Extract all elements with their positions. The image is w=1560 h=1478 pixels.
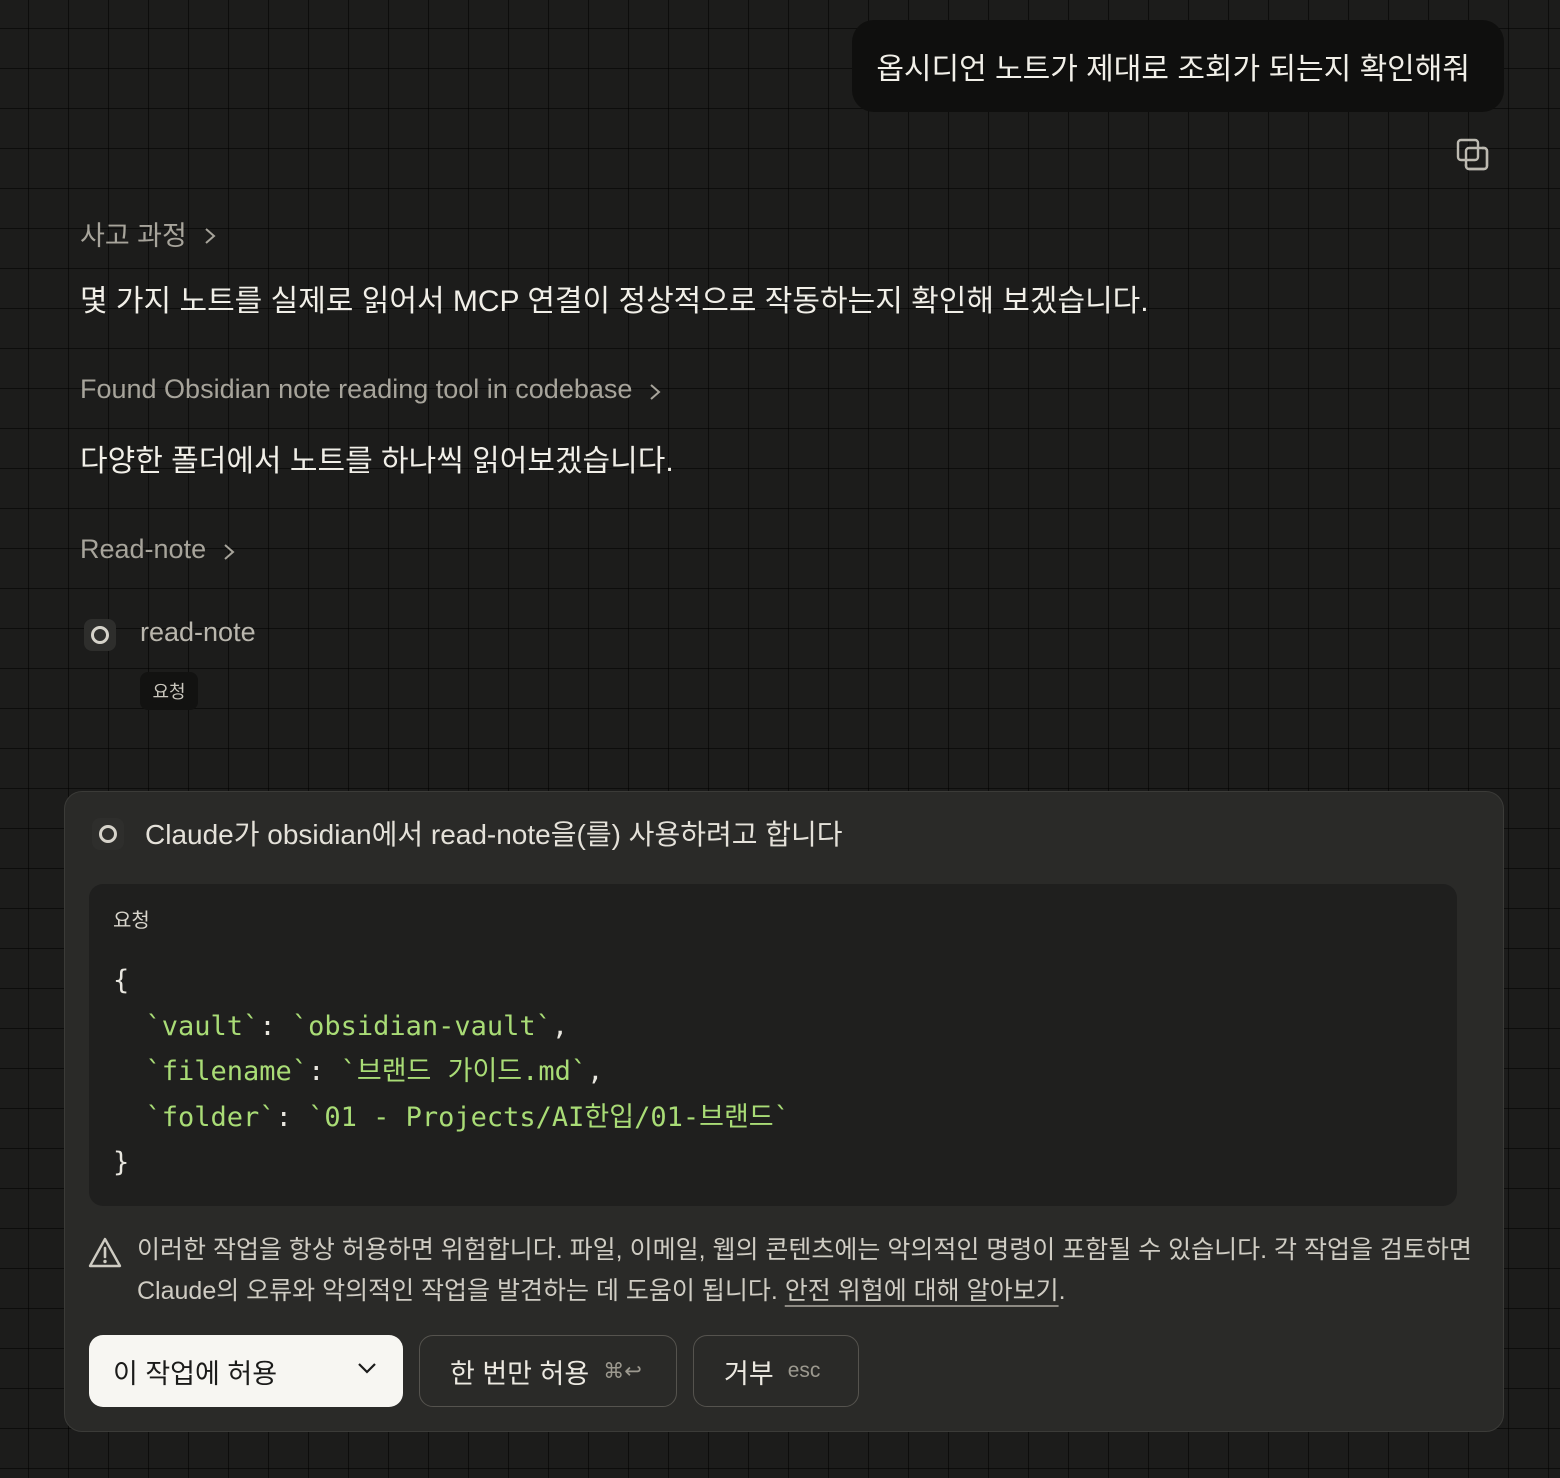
request-tag[interactable]: 요청	[140, 672, 198, 710]
step-toggle[interactable]: Found Obsidian note reading tool in code…	[80, 374, 666, 405]
safety-risk-link[interactable]: 안전 위험에 대해 알아보기	[785, 1277, 1059, 1305]
step-label: Found Obsidian note reading tool in code…	[80, 374, 633, 404]
param-key: `folder`	[145, 1101, 276, 1133]
deny-button[interactable]: 거부 esc	[693, 1335, 859, 1407]
chevron-right-icon	[218, 539, 240, 561]
warning-icon	[87, 1236, 123, 1270]
param-key: `filename`	[145, 1056, 309, 1087]
brace-close: }	[113, 1147, 130, 1178]
param-value: `obsidian-vault`	[291, 1010, 552, 1042]
deny-label: 거부	[724, 1358, 774, 1389]
assistant-paragraph-1: 몇 가지 노트를 실제로 읽어서 MCP 연결이 정상적으로 작동하는지 확인해…	[80, 285, 1149, 318]
tool-section-toggle[interactable]: Read-note	[80, 534, 240, 565]
brace-open: {	[113, 965, 130, 996]
allow-once-label: 한 번만 허용	[450, 1358, 590, 1389]
request-label: 요청	[113, 910, 150, 932]
copy-icon[interactable]	[1454, 136, 1490, 172]
tool-call-name: read-note	[140, 617, 256, 647]
chevron-right-icon	[199, 223, 221, 245]
deny-shortcut: esc	[787, 1359, 821, 1382]
allow-once-shortcut: ⌘↩	[603, 1359, 642, 1383]
chevron-down-icon	[355, 1356, 379, 1387]
tool-section-label: Read-note	[80, 534, 207, 564]
assistant-paragraph-2: 다양한 폴더에서 노트를 하나씩 읽어보겠습니다.	[80, 445, 674, 478]
param-value: `01 - Projects/AI한입/01-브랜드`	[308, 1101, 790, 1133]
tool-status-icon	[92, 818, 124, 850]
thinking-toggle[interactable]: 사고 과정	[80, 214, 221, 253]
user-message-text: 옵시디언 노트가 제대로 조회가 되는지 확인해줘	[876, 53, 1470, 86]
chevron-right-icon	[644, 379, 666, 401]
allow-once-button[interactable]: 한 번만 허용 ⌘↩	[419, 1335, 677, 1407]
warning-text: 이러한 작업을 항상 허용하면 위험합니다. 파일, 이메일, 웹의 콘텐츠에는…	[137, 1236, 1472, 1305]
tool-status-icon	[84, 619, 116, 651]
request-json: { `vault`: `obsidian-vault`, `filename`:…	[113, 965, 790, 1178]
allow-for-task-dropdown[interactable]: 이 작업에 허용	[89, 1335, 403, 1407]
param-key: `vault`	[145, 1010, 260, 1042]
allow-for-task-label: 이 작업에 허용	[113, 1358, 278, 1389]
param-value: `브랜드 가이드.md`	[340, 1056, 588, 1087]
permission-title: Claude가 obsidian에서 read-note을(를) 사용하려고 합…	[145, 819, 843, 850]
user-message-bubble: 옵시디언 노트가 제대로 조회가 되는지 확인해줘	[852, 20, 1504, 112]
thinking-label: 사고 과정	[80, 221, 187, 251]
